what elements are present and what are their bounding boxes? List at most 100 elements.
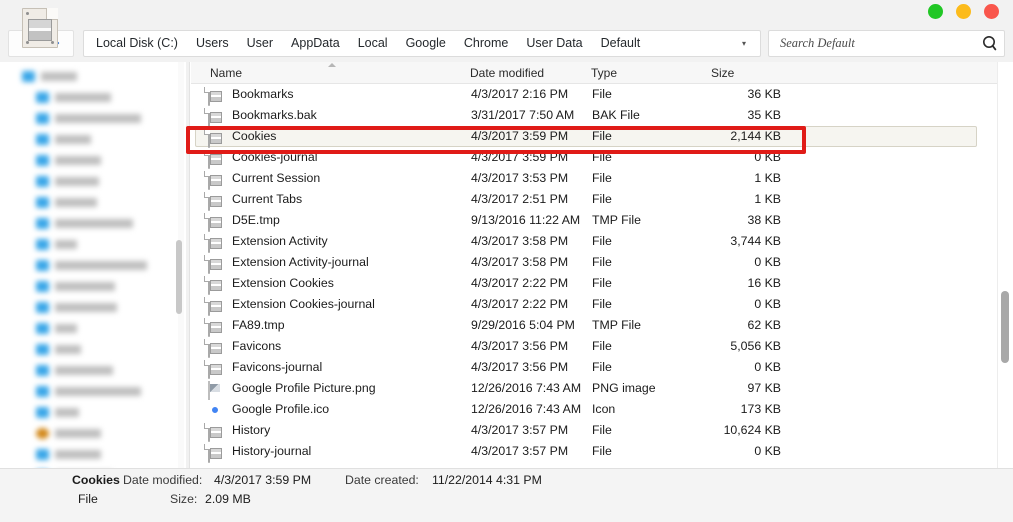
folder-tree-pane[interactable] (0, 62, 186, 468)
table-row-inner[interactable]: Google Profile Picture.png 12/26/2016 7:4… (195, 378, 977, 400)
table-row[interactable]: Current Session 4/3/2017 3:53 PM File 1 KB (191, 168, 1013, 190)
maximize-button[interactable] (956, 4, 971, 19)
tree-item[interactable] (0, 297, 186, 318)
tree-item[interactable] (0, 339, 186, 360)
close-button[interactable] (984, 4, 999, 19)
table-row[interactable]: Bookmarks.bak 3/31/2017 7:50 AM BAK File 35… (191, 105, 1013, 127)
file-list-scrollbar-track[interactable] (997, 62, 1013, 468)
file-icon (208, 150, 222, 169)
file-list-scrollbar-thumb[interactable] (1001, 291, 1009, 363)
folder-icon (36, 281, 49, 292)
address-bar[interactable]: Local Disk (C:) Users User AppData Local… (83, 30, 761, 57)
table-row-inner[interactable]: Favicons-journal 4/3/2017 3:56 PM File 0 KB (195, 357, 977, 379)
table-row-inner[interactable]: History 4/3/2017 3:57 PM File 10,624 KB (195, 420, 977, 442)
table-row[interactable]: Google Profile.ico 12/26/2016 7:43 AM Icon… (191, 399, 1013, 420)
breadcrumb-default[interactable]: Default (592, 31, 650, 56)
table-row-inner[interactable]: Extension Cookies-journal 4/3/2017 2:22 P… (195, 294, 977, 316)
cell-date: 4/3/2017 3:58 PM (471, 255, 569, 269)
tree-item[interactable] (0, 213, 186, 234)
table-row[interactable]: Extension Activity 4/3/2017 3:58 PM File 3,… (191, 231, 1013, 253)
file-icon (208, 297, 222, 316)
search-icon[interactable] (982, 35, 997, 57)
tree-item[interactable] (0, 150, 186, 171)
cell-size: 0 KB (754, 255, 781, 269)
table-row[interactable]: FA89.tmp 9/29/2016 5:04 PM TMP File 62 KB (191, 315, 1013, 337)
tree-item[interactable] (0, 66, 186, 87)
breadcrumb-user[interactable]: User (238, 31, 282, 56)
table-row-inner[interactable]: Bookmarks 4/3/2017 2:16 PM File 36 KB (195, 84, 977, 106)
table-row[interactable]: Cookies 4/3/2017 3:59 PM File 2,144 KB (191, 126, 1013, 148)
table-row-inner[interactable]: Extension Activity 4/3/2017 3:58 PM File 3,… (195, 231, 977, 253)
tree-item-label (55, 135, 91, 144)
table-row-inner[interactable]: Bookmarks.bak 3/31/2017 7:50 AM BAK File 35… (195, 105, 977, 127)
column-header-type[interactable]: Type (591, 62, 617, 84)
folder-icon (36, 386, 49, 397)
table-row-inner[interactable]: Extension Cookies 4/3/2017 2:22 PM File 16 … (195, 273, 977, 295)
table-row[interactable]: Favicons 4/3/2017 3:56 PM File 5,056 KB (191, 336, 1013, 358)
tree-item[interactable] (0, 276, 186, 297)
tree-item[interactable] (0, 444, 186, 465)
tree-item-label (55, 387, 141, 396)
pane-divider[interactable] (186, 62, 190, 468)
table-row[interactable]: Current Tabs 4/3/2017 2:51 PM File 1 KB (191, 189, 1013, 211)
file-icon (208, 129, 222, 148)
tree-item[interactable] (0, 360, 186, 381)
breadcrumb-user-data[interactable]: User Data (517, 31, 591, 56)
table-row-inner[interactable]: Current Session 4/3/2017 3:53 PM File 1 KB (195, 168, 977, 190)
tree-item[interactable] (0, 192, 186, 213)
table-row-inner[interactable]: FA89.tmp 9/29/2016 5:04 PM TMP File 62 KB (195, 315, 977, 337)
search-box[interactable] (768, 30, 1005, 57)
table-row[interactable]: Extension Activity-journal 4/3/2017 3:58 … (191, 252, 1013, 274)
tree-item[interactable] (0, 87, 186, 108)
tree-item[interactable] (0, 108, 186, 129)
tree-scrollbar-track[interactable] (176, 62, 184, 468)
minimize-button[interactable] (928, 4, 943, 19)
tree-item[interactable] (0, 381, 186, 402)
cell-name: History (232, 423, 271, 437)
tree-item-label (55, 261, 147, 270)
table-row[interactable]: Bookmarks 4/3/2017 2:16 PM File 36 KB (191, 84, 1013, 106)
table-row-inner[interactable]: Google Profile.ico 12/26/2016 7:43 AM Icon… (195, 399, 977, 420)
table-row[interactable]: Google Profile Picture.png 12/26/2016 7:4… (191, 378, 1013, 400)
tree-item[interactable] (0, 255, 186, 276)
tree-scrollbar-thumb[interactable] (176, 240, 182, 314)
search-input[interactable] (778, 31, 978, 56)
breadcrumb-google[interactable]: Google (397, 31, 455, 56)
tree-item-label (55, 177, 99, 186)
cell-size: 62 KB (747, 318, 782, 332)
status-date-modified-value: 4/3/2017 3:59 PM (214, 473, 312, 487)
cell-name: Cookies (232, 129, 277, 143)
table-row[interactable]: D5E.tmp 9/13/2016 11:22 AM TMP File 38 KB (191, 210, 1013, 232)
table-row-inner[interactable]: Cookies-journal 4/3/2017 3:59 PM File 0 KB (195, 147, 977, 169)
table-row[interactable]: History 4/3/2017 3:57 PM File 10,624 KB (191, 420, 1013, 442)
column-header-size[interactable]: Size (711, 62, 734, 84)
tree-item[interactable] (0, 129, 186, 150)
table-row-inner[interactable]: D5E.tmp 9/13/2016 11:22 AM TMP File 38 KB (195, 210, 977, 232)
tree-item[interactable] (0, 234, 186, 255)
breadcrumb-local-disk[interactable]: Local Disk (C:) (84, 31, 187, 56)
cell-date: 4/3/2017 3:56 PM (471, 339, 569, 353)
tree-item[interactable] (0, 318, 186, 339)
table-row-inner[interactable]: History-journal 4/3/2017 3:57 PM File 0 KB (195, 441, 977, 463)
tree-item[interactable] (0, 171, 186, 192)
table-row-inner[interactable]: Cookies 4/3/2017 3:59 PM File 2,144 KB (195, 126, 977, 148)
breadcrumb-chrome[interactable]: Chrome (455, 31, 517, 56)
folder-tree-list[interactable] (0, 62, 186, 468)
chevron-down-icon[interactable]: ▾ (742, 39, 760, 48)
column-header-name[interactable]: Name (210, 62, 242, 84)
tree-item[interactable] (0, 402, 186, 423)
table-row-inner[interactable]: Extension Activity-journal 4/3/2017 3:58 … (195, 252, 977, 274)
table-row[interactable]: Cookies-journal 4/3/2017 3:59 PM File 0 KB (191, 147, 1013, 169)
breadcrumb-appdata[interactable]: AppData (282, 31, 349, 56)
breadcrumb-local[interactable]: Local (349, 31, 397, 56)
table-row[interactable]: Extension Cookies 4/3/2017 2:22 PM File 16 … (191, 273, 1013, 295)
table-row[interactable]: Extension Cookies-journal 4/3/2017 2:22 P… (191, 294, 1013, 316)
table-row[interactable]: Favicons-journal 4/3/2017 3:56 PM File 0 KB (191, 357, 1013, 379)
table-row-inner[interactable]: Current Tabs 4/3/2017 2:51 PM File 1 KB (195, 189, 977, 211)
table-row-inner[interactable]: Favicons 4/3/2017 3:56 PM File 5,056 KB (195, 336, 977, 358)
breadcrumb-users[interactable]: Users (187, 31, 238, 56)
table-row[interactable]: History-journal 4/3/2017 3:57 PM File 0 KB (191, 441, 1013, 463)
column-header-date-modified[interactable]: Date modified (470, 62, 544, 84)
tree-item[interactable] (0, 423, 186, 444)
cell-date: 4/3/2017 3:57 PM (471, 423, 569, 437)
